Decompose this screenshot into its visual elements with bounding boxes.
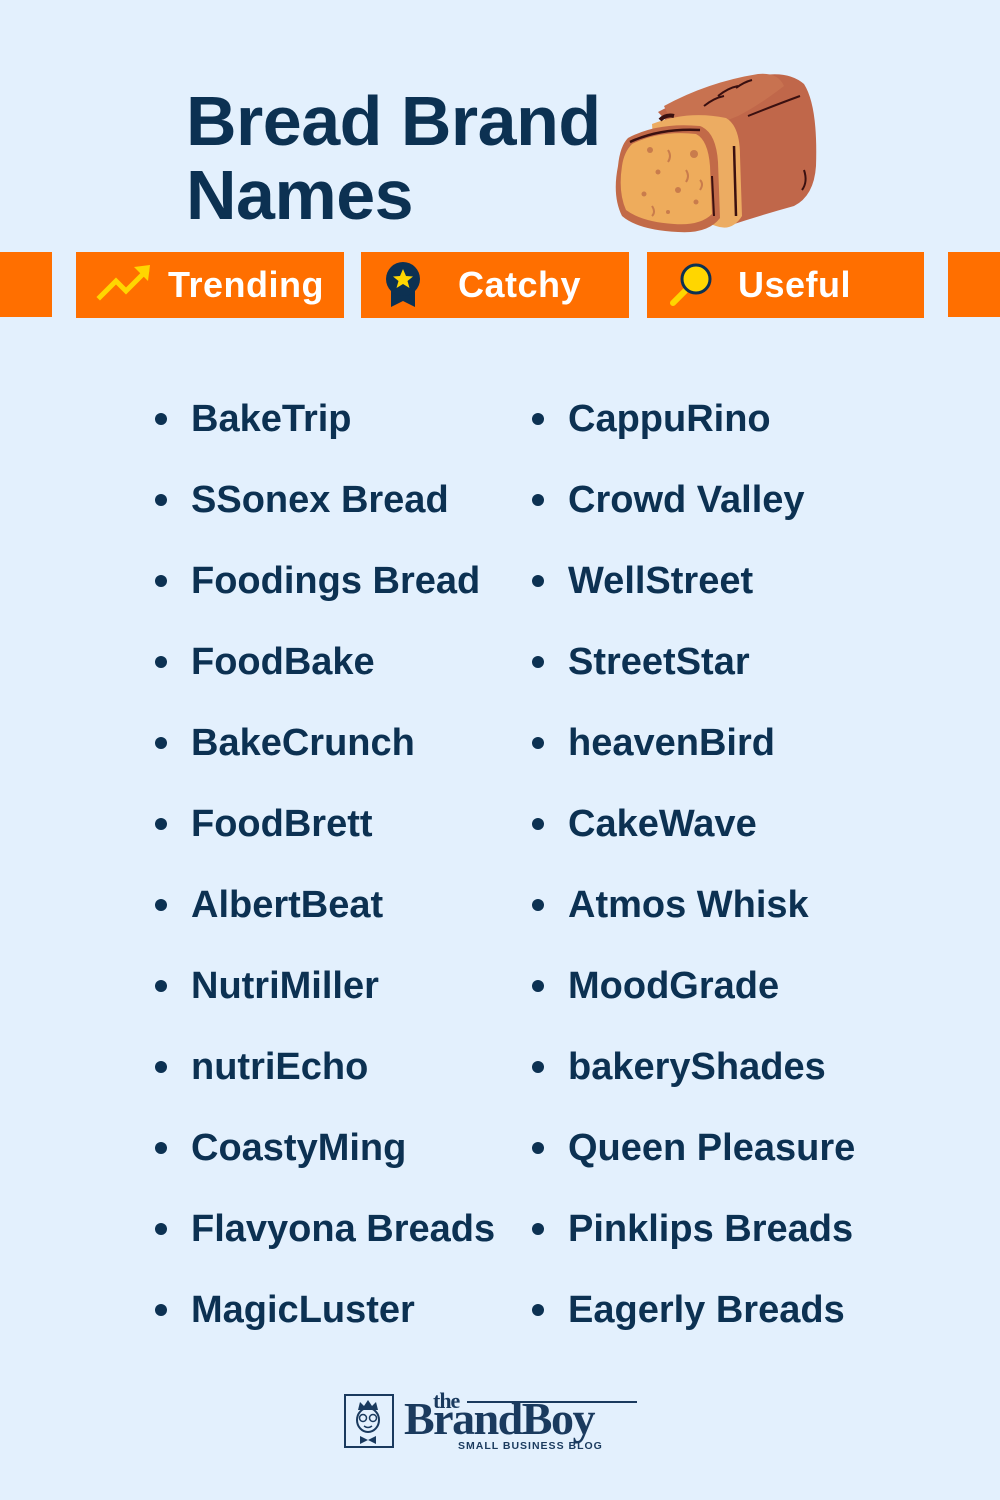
list-item: BakeCrunch	[155, 719, 495, 800]
tab-trending[interactable]: Trending	[76, 252, 344, 318]
bullet-icon	[155, 1061, 167, 1073]
brand-name: heavenBird	[568, 722, 775, 764]
list-item: FoodBake	[155, 638, 495, 719]
list-item: Foodings Bread	[155, 557, 495, 638]
bullet-icon	[155, 737, 167, 749]
bullet-icon	[155, 1304, 167, 1316]
brand-name: NutriMiller	[191, 965, 379, 1007]
brand-name: StreetStar	[568, 641, 750, 683]
brand-name: Atmos Whisk	[568, 884, 809, 926]
boy-mascot-icon	[356, 1400, 380, 1444]
list-item: Queen Pleasure	[532, 1124, 855, 1205]
bullet-icon	[155, 899, 167, 911]
tab-trending-label: Trending	[168, 264, 324, 305]
logo-tagline: SMALL BUSINESS BLOG	[458, 1440, 603, 1452]
bullet-icon	[532, 1142, 544, 1154]
brand-name: MagicLuster	[191, 1289, 415, 1331]
bullet-icon	[155, 1142, 167, 1154]
brand-name: BakeCrunch	[191, 722, 415, 764]
brand-name: MoodGrade	[568, 965, 780, 1007]
title-line-2: Names	[186, 156, 414, 234]
bullet-icon	[155, 818, 167, 830]
list-item: heavenBird	[532, 719, 855, 800]
brand-name: BakeTrip	[191, 398, 352, 440]
magnifier-icon	[670, 263, 712, 306]
bullet-icon	[532, 899, 544, 911]
brand-name: nutriEcho	[191, 1046, 369, 1088]
list-item: MoodGrade	[532, 962, 855, 1043]
brand-name: FoodBrett	[191, 803, 373, 845]
list-item: CappuRino	[532, 395, 855, 476]
bullet-icon	[532, 1223, 544, 1235]
brand-name: bakeryShades	[568, 1046, 826, 1088]
list-item: MagicLuster	[155, 1286, 495, 1367]
page-title: Bread Brand Names	[186, 84, 601, 232]
bullet-icon	[532, 413, 544, 425]
brand-name: Foodings Bread	[191, 560, 481, 602]
bullet-icon	[532, 656, 544, 668]
trending-up-icon	[96, 265, 150, 301]
brand-name: Queen Pleasure	[568, 1127, 856, 1169]
brandboy-logo[interactable]: the BrandBoy SMALL BUSINESS BLOG	[344, 1388, 644, 1456]
bullet-icon	[532, 818, 544, 830]
bullet-icon	[532, 575, 544, 587]
list-item: CoastyMing	[155, 1124, 495, 1205]
brand-name: Pinklips Breads	[568, 1208, 854, 1250]
bullet-icon	[155, 656, 167, 668]
brand-name: Eagerly Breads	[568, 1289, 845, 1331]
list-item: bakeryShades	[532, 1043, 855, 1124]
brand-name: SSonex Bread	[191, 479, 449, 521]
list-item: WellStreet	[532, 557, 855, 638]
bullet-icon	[155, 413, 167, 425]
logo-frame	[344, 1394, 394, 1448]
list-item: Eagerly Breads	[532, 1286, 855, 1367]
bullet-icon	[532, 980, 544, 992]
bullet-icon	[155, 575, 167, 587]
logo-brand: BrandBoy	[404, 1393, 595, 1444]
list-item: AlbertBeat	[155, 881, 495, 962]
list-item: NutriMiller	[155, 962, 495, 1043]
bullet-icon	[532, 737, 544, 749]
list-item: FoodBrett	[155, 800, 495, 881]
bullet-icon	[532, 494, 544, 506]
brand-name: FoodBake	[191, 641, 375, 683]
brand-name: CakeWave	[568, 803, 757, 845]
list-item: StreetStar	[532, 638, 855, 719]
bullet-icon	[155, 980, 167, 992]
brand-name: Crowd Valley	[568, 479, 805, 521]
brand-name: Flavyona Breads	[191, 1208, 496, 1250]
list-item: SSonex Bread	[155, 476, 495, 557]
brand-name: WellStreet	[568, 560, 754, 602]
list-item: nutriEcho	[155, 1043, 495, 1124]
bread-loaf-icon	[615, 73, 817, 233]
banner-stub-left	[0, 252, 52, 317]
tab-catchy[interactable]: Catchy	[361, 252, 629, 318]
tab-useful[interactable]: Useful	[647, 252, 924, 318]
bullet-icon	[532, 1304, 544, 1316]
bullet-icon	[532, 1061, 544, 1073]
tab-catchy-label: Catchy	[458, 264, 582, 305]
brand-name: CappuRino	[568, 398, 771, 440]
list-item: Crowd Valley	[532, 476, 855, 557]
brand-name: AlbertBeat	[191, 884, 384, 926]
title-line-1: Bread Brand	[186, 82, 601, 160]
award-badge-icon	[386, 262, 420, 307]
list-item: Pinklips Breads	[532, 1205, 855, 1286]
names-list-column-2: CappuRino Crowd Valley WellStreet Street…	[532, 395, 855, 1367]
brand-name: CoastyMing	[191, 1127, 407, 1169]
tab-useful-label: Useful	[738, 264, 852, 305]
list-item: Flavyona Breads	[155, 1205, 495, 1286]
names-list-column-1: BakeTrip SSonex Bread Foodings Bread Foo…	[155, 395, 495, 1367]
bullet-icon	[155, 494, 167, 506]
list-item: CakeWave	[532, 800, 855, 881]
bullet-icon	[155, 1223, 167, 1235]
banner-stub-right	[948, 252, 1000, 317]
list-item: Atmos Whisk	[532, 881, 855, 962]
list-item: BakeTrip	[155, 395, 495, 476]
